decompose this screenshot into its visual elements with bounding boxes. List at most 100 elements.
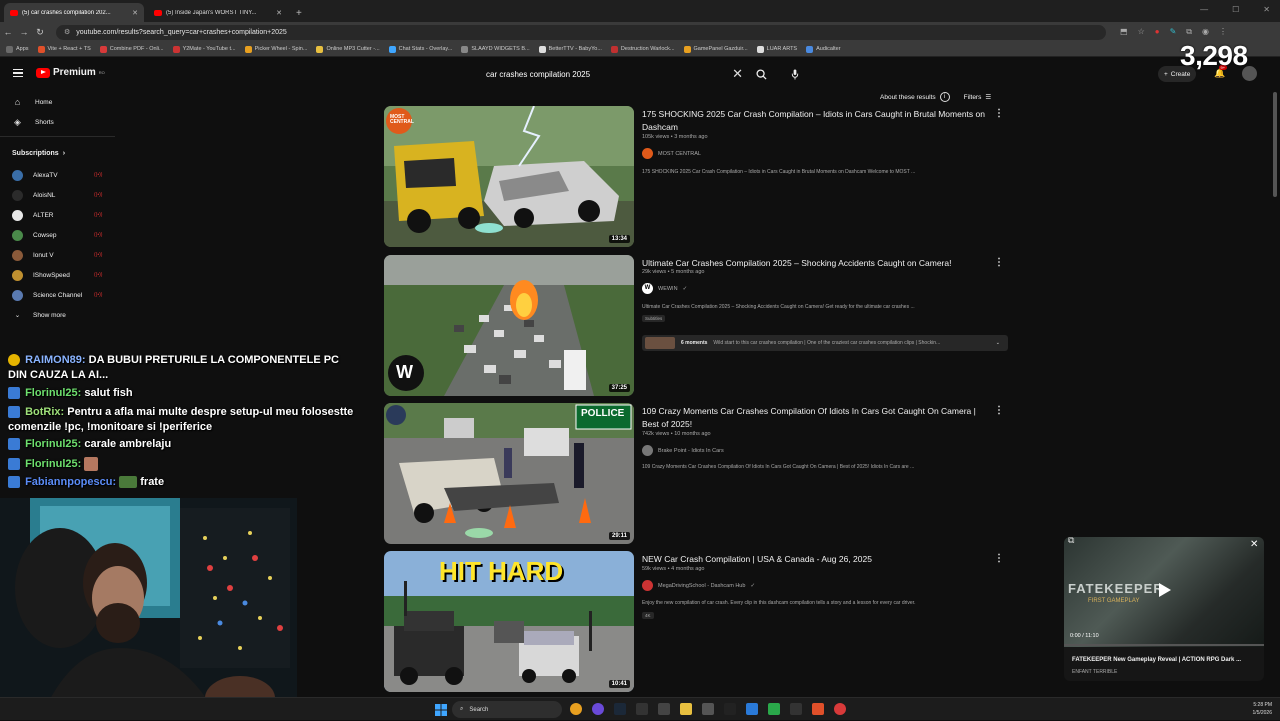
sidebar-subscription-item[interactable]: AlexaTV ((•)) [0,165,115,185]
video-title[interactable]: NEW Car Crash Compilation | USA & Canada… [642,553,992,566]
bookmark-star-icon[interactable]: ☆ [1138,27,1145,37]
sidebar-subscription-item[interactable]: ALTER ((•)) [0,205,115,225]
miniplayer[interactable]: FATEKEEPER FIRST GAMEPLAY ⧉ ✕ 0:00 / 11:… [1064,537,1264,681]
bookmark-item[interactable]: LUAR ARTS [756,45,797,53]
video-result[interactable]: HIT HARD 10:41 NEW Car Crash Compilation… [384,551,1014,693]
taskbar-search[interactable]: ⌕ Search [452,701,562,718]
bookmark-item[interactable]: GamePanel Gazduir... [683,45,748,53]
site-info-icon[interactable]: ⚙ [64,28,70,36]
sidebar-subscription-item[interactable]: Cowsep ((•)) [0,225,115,245]
page-scrollbar[interactable] [1273,92,1277,197]
miniplayer-progress-bar[interactable] [1064,644,1264,646]
profile-icon[interactable]: ◉ [1202,27,1209,37]
clear-search-icon[interactable]: ✕ [732,66,743,82]
video-thumbnail[interactable]: MOST CENTRAL 13:34 [384,106,634,247]
sidebar-subscription-item[interactable]: IShowSpeed ((•)) [0,265,115,285]
more-actions-icon[interactable]: ⋮ [994,405,1004,416]
chrome-icon[interactable] [570,703,582,715]
taskbar-app-icon[interactable] [702,703,714,715]
search-button[interactable] [750,64,772,84]
channel-link[interactable]: W WEWIN ✓ [642,283,687,294]
tab-close-icon[interactable]: ✕ [132,9,138,17]
youtube-premium-logo[interactable]: Premium RO [36,67,105,78]
about-results-button[interactable]: About these results i [880,92,950,102]
sidebar-item-home[interactable]: ⌂ Home [0,92,115,112]
hamburger-menu-icon[interactable] [13,69,23,77]
chevron-down-icon[interactable]: ⌄ [996,340,1000,346]
play-icon[interactable] [1156,582,1172,598]
browser-tab[interactable]: (5) Inside Japan's WORST TINY... ✕ [148,3,288,22]
windows-start-icon[interactable] [435,703,447,716]
url-field[interactable]: ⚙ youtube.com/results?search_query=car+c… [56,24,1106,40]
show-more-button[interactable]: ⌄ Show more [0,305,115,325]
sidebar-subscription-item[interactable]: Science Channel ((•)) [0,285,115,305]
install-icon[interactable]: ⬒ [1120,27,1128,37]
bookmark-item[interactable]: BetterTTV - BabyYo... [538,45,602,53]
video-result[interactable]: MOST CENTRAL 13:34 175 SHOCKING 2025 Car… [384,106,1014,248]
bookmark-item[interactable]: Audicalter [806,45,841,53]
video-thumbnail[interactable]: POLLICE 29:11 [384,403,634,544]
taskbar-app-icon[interactable] [636,703,648,715]
back-icon[interactable]: ← [0,27,16,37]
taskbar-app-icon[interactable] [834,703,846,715]
miniplayer-close-icon[interactable]: ✕ [1250,539,1258,550]
filters-button[interactable]: Filters ☰ [964,93,992,102]
channel-link[interactable]: MegaDrivingSchool - Dashcam Hub ✓ [642,580,755,591]
video-duration: 29:11 [608,532,630,540]
extension-icon[interactable]: ✎ [1170,27,1177,37]
window-close-icon[interactable]: ✕ [1263,5,1270,14]
new-tab-icon[interactable]: + [296,8,302,19]
bookmark-item[interactable]: Picker Wheel - Spin... [244,45,307,53]
minimize-icon[interactable]: — [1200,5,1208,14]
taskbar-app-icon[interactable] [790,703,802,715]
forward-icon[interactable]: → [16,27,32,37]
sidebar-subscription-item[interactable]: Ionut V ((•)) [0,245,115,265]
file-explorer-icon[interactable] [680,703,692,715]
bookmark-item[interactable]: Chat Stats - Overlay... [388,45,452,53]
taskbar-app-icon[interactable] [768,703,780,715]
search-input[interactable]: car crashes compilation 2025 ✕ [476,64,748,84]
more-actions-icon[interactable]: ⋮ [994,257,1004,268]
tab-close-icon[interactable]: ✕ [276,9,282,17]
reload-icon[interactable]: ↻ [32,27,48,38]
video-result[interactable]: POLLICE 29:11 109 Crazy Moments Car Cras… [384,403,1014,545]
discord-icon[interactable] [592,703,604,715]
video-thumbnail[interactable]: W 37:25 [384,255,634,396]
extensions-puzzle-icon[interactable]: ⧉ [1186,27,1192,37]
taskbar-app-icon[interactable] [746,703,758,715]
sidebar-subscription-item[interactable]: AloisNL ((•)) [0,185,115,205]
extension-icon[interactable]: ● [1155,27,1160,37]
bookmark-item[interactable]: Apps [6,45,29,53]
taskbar-app-icon[interactable] [724,703,736,715]
video-title[interactable]: 109 Crazy Moments Car Crashes Compilatio… [642,405,992,431]
channel-link[interactable]: MOST CENTRAL [642,148,701,159]
browser-tab-bar: (5) car crashes compilation 202... ✕ (5)… [0,0,1280,22]
bookmark-item[interactable]: Destruction Warlock... [610,45,675,53]
miniplayer-channel[interactable]: ENFANT TERRIBLE [1072,669,1117,675]
miniplayer-title[interactable]: FATEKEEPER New Gameplay Reveal | ACTION … [1072,657,1241,663]
miniplayer-video[interactable]: FATEKEEPER FIRST GAMEPLAY ⧉ ✕ 0:00 / 11:… [1064,537,1264,647]
taskbar-app-icon[interactable] [658,703,670,715]
key-moments-row[interactable]: 6 moments Wild start to this car crashes… [642,335,1008,351]
brave-icon[interactable] [812,703,824,715]
channel-link[interactable]: Brake Point - Idiots In Cars [642,445,724,456]
bookmark-item[interactable]: Online MP3 Cutter -... [316,45,380,53]
video-thumbnail[interactable]: HIT HARD 10:41 [384,551,634,692]
bookmark-item[interactable]: SLAAYD WIDGETS B... [461,45,530,53]
steam-icon[interactable] [614,703,626,715]
bookmark-item[interactable]: Y2Mate - YouTube t... [172,45,236,53]
video-title[interactable]: 175 SHOCKING 2025 Car Crash Compilation … [642,108,992,134]
subscriptions-heading[interactable]: Subscriptions › [0,141,115,165]
more-actions-icon[interactable]: ⋮ [994,553,1004,564]
menu-dots-icon[interactable]: ⋮ [1219,27,1227,37]
voice-search-button[interactable] [786,64,804,84]
browser-tab-active[interactable]: (5) car crashes compilation 202... ✕ [4,3,144,22]
maximize-icon[interactable]: ☐ [1232,5,1239,14]
expand-icon[interactable]: ⧉ [1068,537,1074,546]
sidebar-item-shorts[interactable]: ◈ Shorts [0,112,115,132]
youtube-logo-icon [36,67,50,78]
more-actions-icon[interactable]: ⋮ [994,108,1004,119]
bookmark-item[interactable]: Combine PDF - Onli... [99,45,164,53]
bookmark-item[interactable]: Vite + React + TS [37,45,91,53]
video-result[interactable]: W 37:25 Ultimate Car Crashes Compilation… [384,255,1014,397]
